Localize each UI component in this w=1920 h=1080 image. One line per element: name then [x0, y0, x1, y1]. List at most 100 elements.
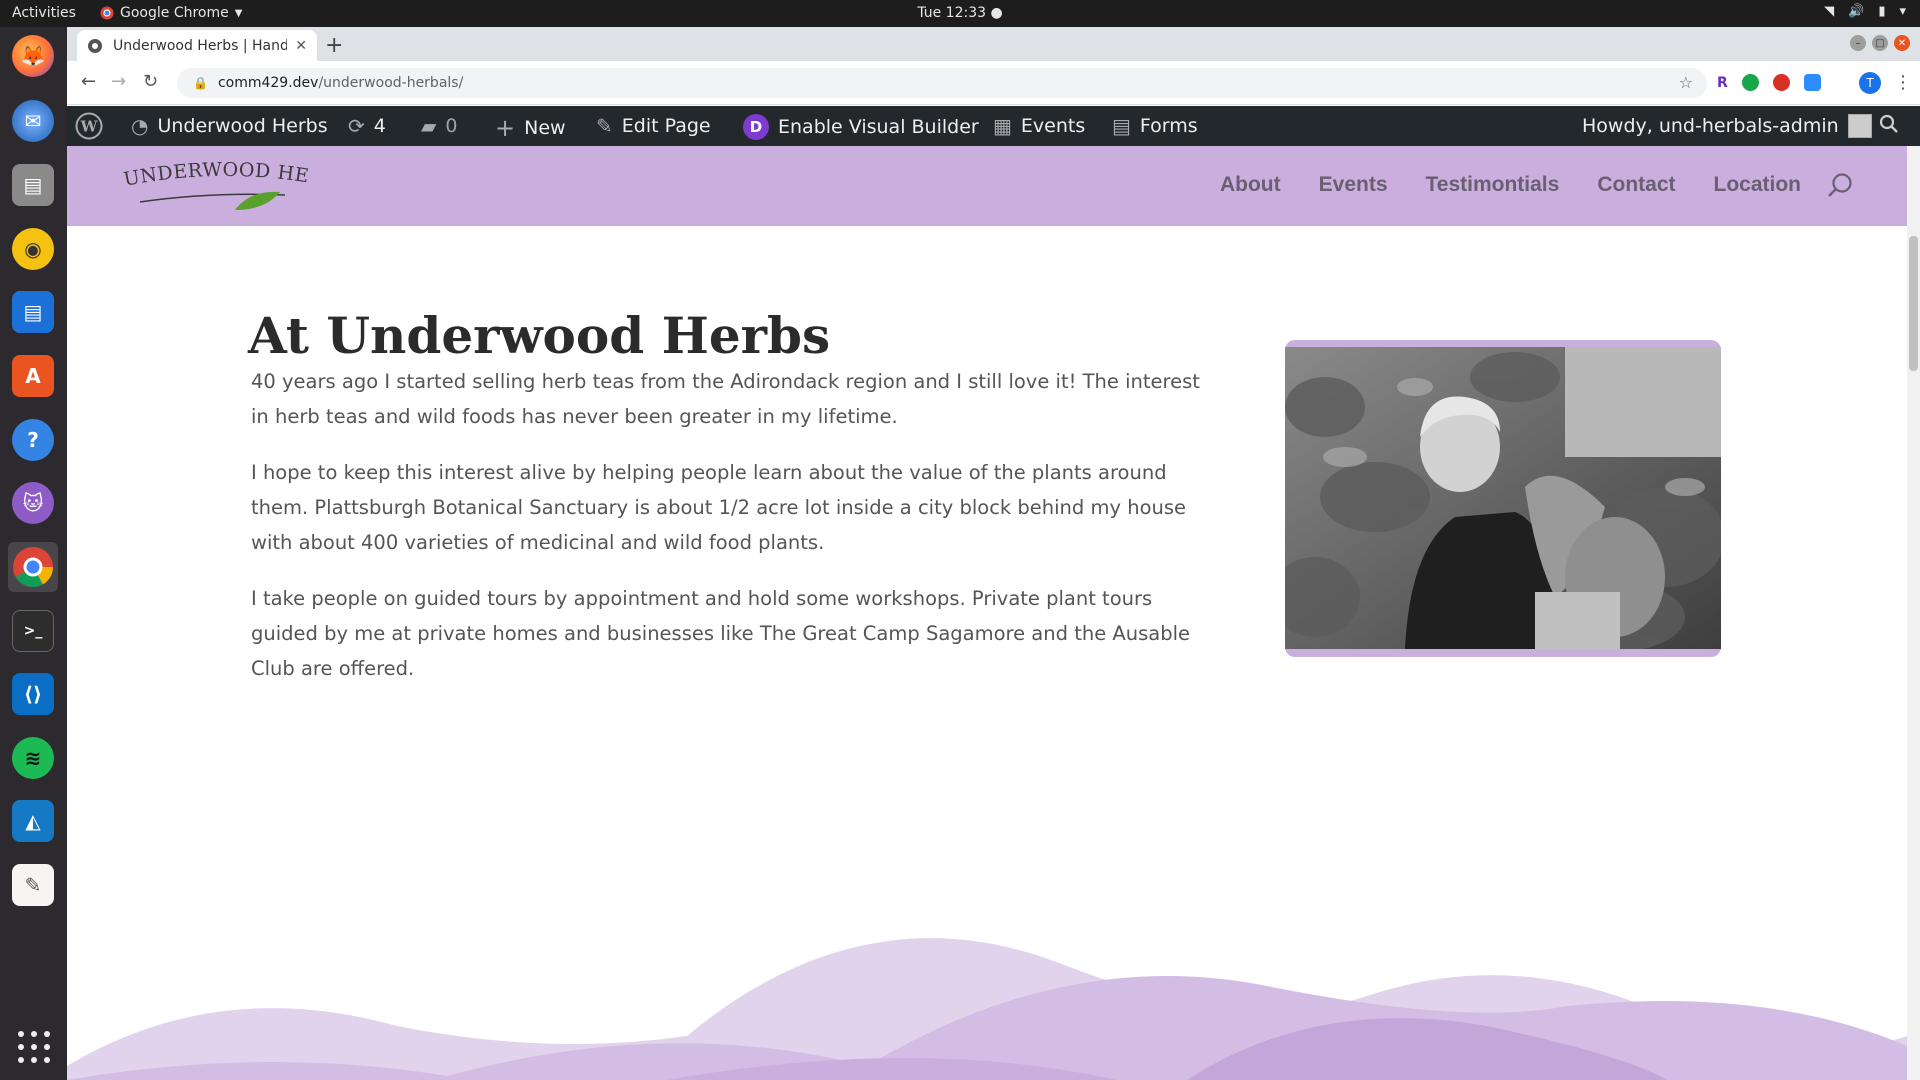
- chrome-logo: [13, 547, 53, 587]
- rhythmbox-icon[interactable]: ◉: [8, 224, 58, 274]
- battery-icon[interactable]: ▮: [1878, 4, 1885, 19]
- chrome-small-icon: [100, 6, 114, 20]
- comments-count: 0: [445, 115, 458, 137]
- github-icon[interactable]: 🐱: [8, 478, 58, 528]
- refresh-icon: ⟳: [348, 114, 365, 138]
- browser-tab[interactable]: Underwood Herbs | Hand ✕: [77, 30, 317, 61]
- activities-button[interactable]: Activities: [12, 5, 76, 21]
- comments-link[interactable]: ▰ 0: [421, 114, 457, 138]
- page-title: At Underwood Herbs: [248, 306, 831, 365]
- text-editor-icon[interactable]: ✎: [8, 860, 58, 910]
- dock: 🦊 ✉ ▤ ◉ ▤ A ? 🐱 >_ ⟨⟩ ≋ ◭ ✎: [0, 27, 67, 1080]
- events-admin-link[interactable]: ▦ Events: [993, 114, 1085, 138]
- extension-r-icon[interactable]: R: [1717, 75, 1728, 91]
- maximize-button[interactable]: □: [1872, 35, 1888, 51]
- page-scrollbar[interactable]: [1907, 146, 1920, 1080]
- forms-admin-label: Forms: [1139, 115, 1198, 137]
- nav-about[interactable]: About: [1220, 173, 1281, 197]
- intro-text: 40 years ago I started selling herb teas…: [251, 364, 1211, 707]
- enable-visual-builder-link[interactable]: D Enable Visual Builder: [743, 114, 979, 140]
- forms-admin-link[interactable]: ▤ Forms: [1112, 114, 1198, 138]
- scrollbar-thumb[interactable]: [1909, 236, 1918, 371]
- writer-icon[interactable]: ▤: [8, 287, 58, 337]
- chrome-icon[interactable]: [8, 542, 58, 592]
- site-header: UNDERWOOD HERBS About Events Testimontia…: [67, 146, 1907, 226]
- tab-title: Underwood Herbs | Hand: [113, 37, 288, 54]
- extension-green-icon[interactable]: [1741, 74, 1759, 91]
- svg-text:UNDERWOOD HERBS: UNDERWOOD HERBS: [115, 162, 311, 191]
- visual-builder-label: Enable Visual Builder: [778, 116, 979, 138]
- vscode-icon[interactable]: ⟨⟩: [8, 669, 58, 719]
- browser-window: Underwood Herbs | Hand ✕ + – □ ✕ ← → ↻ 🔒…: [67, 27, 1920, 1080]
- paragraph: I hope to keep this interest alive by he…: [251, 461, 1187, 554]
- avatar: [1847, 114, 1872, 138]
- nav-events[interactable]: Events: [1319, 173, 1388, 197]
- browser-toolbar: ← → ↻ 🔒 comm429.dev/underwood-herbals/ ☆…: [67, 61, 1920, 105]
- volume-icon[interactable]: 🔊: [1848, 4, 1864, 19]
- nav-contact[interactable]: Contact: [1597, 173, 1675, 197]
- extension-abp-icon[interactable]: [1772, 74, 1790, 91]
- pencil-icon: ✎: [596, 114, 613, 138]
- paragraph: I take people on guided tours by appoint…: [251, 587, 1190, 680]
- site-name-link[interactable]: ◔ Underwood Herbs: [131, 114, 328, 138]
- forms-icon: ▤: [1112, 114, 1131, 138]
- new-content-link[interactable]: + New: [495, 114, 566, 142]
- spotify-icon[interactable]: ≋: [8, 733, 58, 783]
- app-menu[interactable]: Google Chrome ▼: [100, 5, 242, 21]
- tab-strip: Underwood Herbs | Hand ✕ + – □ ✕: [67, 27, 1920, 61]
- search-icon[interactable]: [1827, 172, 1853, 198]
- lock-icon: 🔒: [193, 76, 208, 90]
- svg-text:W: W: [80, 118, 99, 136]
- chevron-down-icon[interactable]: ▾: [1899, 4, 1906, 19]
- divi-logo-icon: D: [743, 114, 769, 140]
- site-favicon-icon: [88, 38, 102, 53]
- owner-photo-frame: [1285, 340, 1721, 657]
- url-host: comm429.dev: [217, 75, 319, 91]
- bookmark-star-icon[interactable]: ☆: [1679, 73, 1693, 92]
- comment-bubble-icon: ▰: [421, 114, 437, 138]
- howdy-label: Howdy, und-herbals-admin: [1582, 115, 1839, 137]
- edit-page-label: Edit Page: [621, 115, 711, 137]
- firefox-icon[interactable]: 🦊: [8, 31, 58, 81]
- decorative-waves: [67, 938, 1907, 1080]
- profile-avatar[interactable]: T: [1859, 72, 1881, 94]
- window-controls: – □ ✕: [1850, 35, 1910, 51]
- site-logo[interactable]: UNDERWOOD HERBS: [115, 162, 315, 214]
- extensions-area: R: [1717, 74, 1821, 91]
- updates-link[interactable]: ⟳ 4: [348, 114, 386, 138]
- plus-icon: +: [495, 114, 516, 142]
- site-name-label: Underwood Herbs: [157, 115, 328, 137]
- admin-search-icon[interactable]: [1879, 114, 1899, 134]
- show-applications-icon[interactable]: [18, 1031, 50, 1063]
- my-account-link[interactable]: Howdy, und-herbals-admin: [1582, 114, 1872, 138]
- wordpress-logo-icon[interactable]: W: [75, 112, 103, 140]
- chevron-down-icon: ▼: [234, 7, 243, 19]
- minimize-button[interactable]: –: [1850, 35, 1866, 51]
- back-arrow-icon[interactable]: ←: [81, 71, 96, 92]
- extension-zoom-icon[interactable]: [1803, 74, 1821, 91]
- reload-icon[interactable]: ↻: [143, 71, 158, 92]
- close-window-button[interactable]: ✕: [1894, 35, 1910, 51]
- nav-testimonials[interactable]: Testimontials: [1426, 173, 1560, 197]
- app-menu-label: Google Chrome: [120, 5, 229, 21]
- clock: Tue 12:33 ●: [917, 5, 1003, 21]
- files-icon[interactable]: ▤: [8, 160, 58, 210]
- wp-admin-bar: W ◔ Underwood Herbs ⟳ 4 ▰ 0 + New ✎ Edit…: [67, 106, 1920, 146]
- updates-count: 4: [373, 115, 386, 137]
- wifi-icon[interactable]: ◥: [1824, 4, 1834, 19]
- terminal-icon[interactable]: >_: [8, 606, 58, 656]
- help-icon[interactable]: ?: [8, 415, 58, 465]
- thunderbird-icon[interactable]: ✉: [8, 96, 58, 146]
- logo-text: UNDERWOOD HERBS: [115, 162, 310, 191]
- new-tab-button[interactable]: +: [325, 33, 343, 58]
- system-tray[interactable]: ◥ 🔊 ▮ ▾: [1824, 4, 1906, 19]
- close-tab-icon[interactable]: ✕: [295, 38, 307, 54]
- software-icon[interactable]: A: [8, 351, 58, 401]
- edit-page-link[interactable]: ✎ Edit Page: [596, 114, 711, 138]
- main-nav: About Events Testimontials Contact Locat…: [1220, 173, 1801, 197]
- wireshark-icon[interactable]: ◭: [8, 796, 58, 846]
- browser-menu-icon[interactable]: ⋮: [1894, 72, 1912, 93]
- nav-location[interactable]: Location: [1714, 173, 1802, 197]
- address-bar[interactable]: 🔒 comm429.dev/underwood-herbals/ ☆: [177, 68, 1707, 98]
- forward-arrow-icon[interactable]: →: [111, 71, 126, 92]
